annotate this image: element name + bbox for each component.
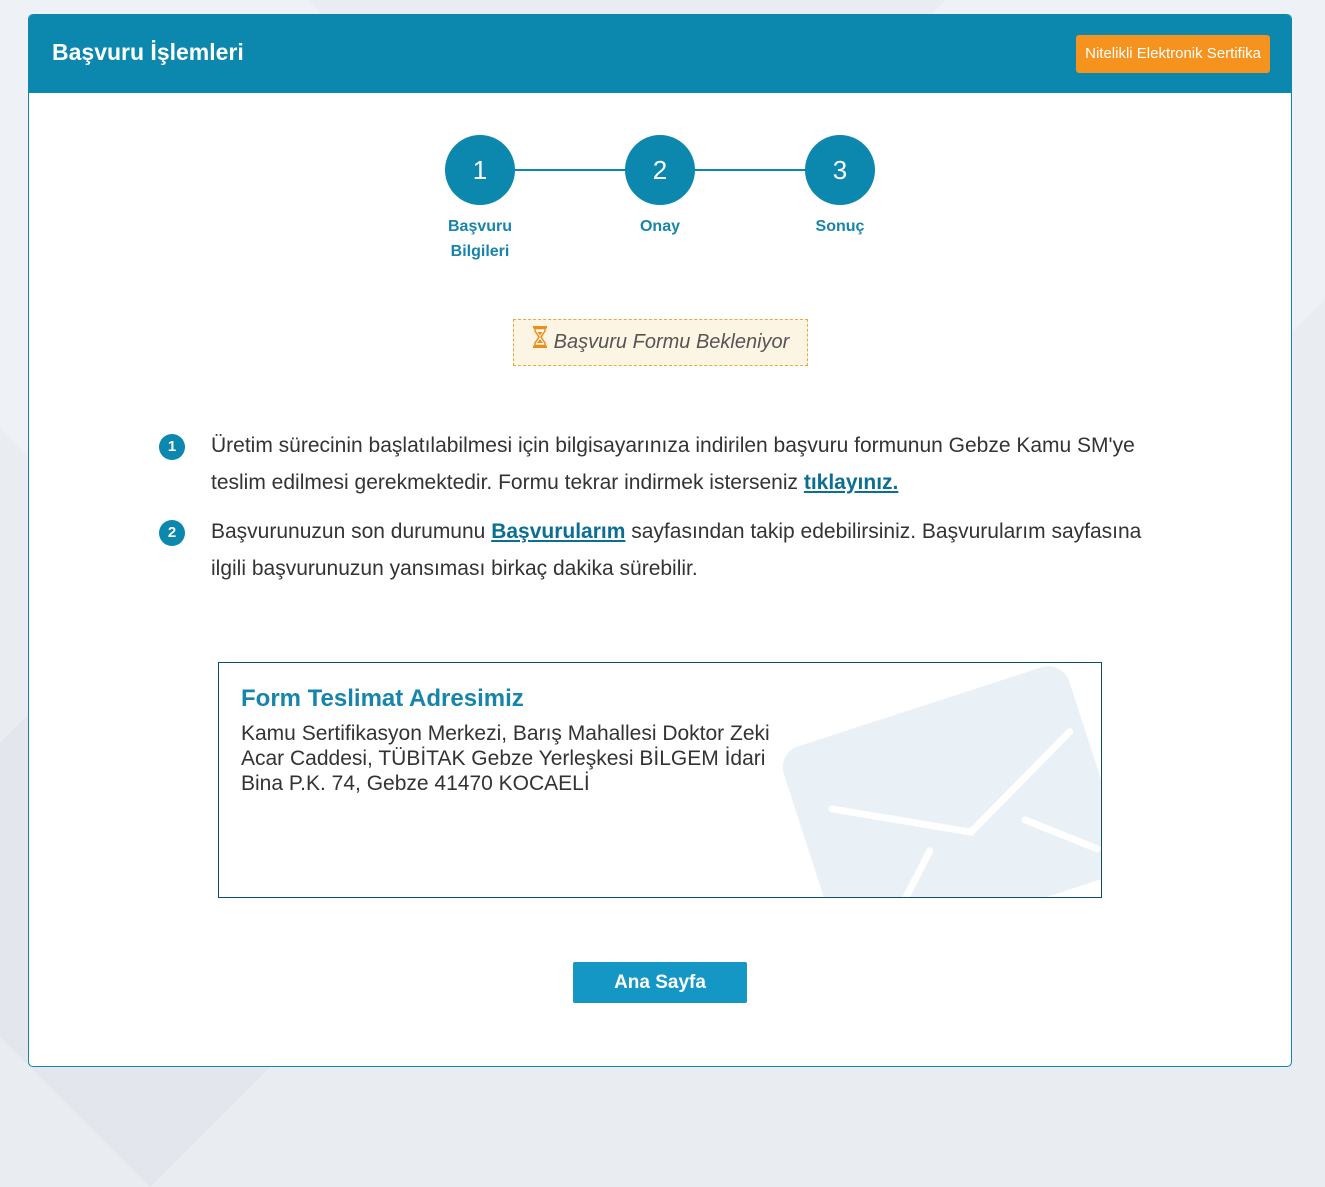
info-text: Başvurunuzun son durumunu Başvurularım s… [211, 513, 1171, 587]
delivery-address-box: Form Teslimat Adresimiz Kamu Sertifikasy… [218, 662, 1102, 898]
address-text: Kamu Sertifikasyon Merkezi, Barış Mahall… [241, 722, 770, 795]
info-text-part: Başvurunuzun son durumunu [211, 520, 492, 543]
my-applications-link[interactable]: Başvurularım [491, 520, 625, 543]
step-circle-1: 1 [445, 135, 515, 205]
download-form-link[interactable]: tıklayınız. [804, 471, 899, 494]
step-connector [695, 169, 806, 171]
status-badge: Başvuru Formu Bekleniyor [513, 319, 808, 366]
envelope-icon [782, 666, 1101, 897]
step-circle-3: 3 [805, 135, 875, 205]
info-number-badge: 2 [159, 520, 185, 546]
info-text: Üretim sürecinin başlatılabilmesi için b… [211, 427, 1171, 501]
hourglass-icon [532, 320, 548, 365]
step-label-3: Sonuç [815, 218, 865, 235]
info-number-badge: 1 [159, 434, 185, 460]
stepper: 1 2 3 Başvuru Bilgileri Onay Sonuç [29, 15, 1291, 285]
step-label-2: Onay [639, 218, 680, 235]
status-text: Başvuru Formu Bekleniyor [553, 331, 790, 353]
step-label-1: Başvuru Bilgileri [447, 218, 513, 260]
step-circle-2: 2 [625, 135, 695, 205]
home-page-button[interactable]: Ana Sayfa [573, 962, 747, 1003]
address-title: Form Teslimat Adresimiz [241, 685, 524, 712]
application-card: Başvuru İşlemleri Nitelikli Elektronik S… [28, 14, 1292, 1067]
info-text-part: Üretim sürecinin başlatılabilmesi için b… [211, 434, 1135, 494]
step-connector [515, 169, 626, 171]
